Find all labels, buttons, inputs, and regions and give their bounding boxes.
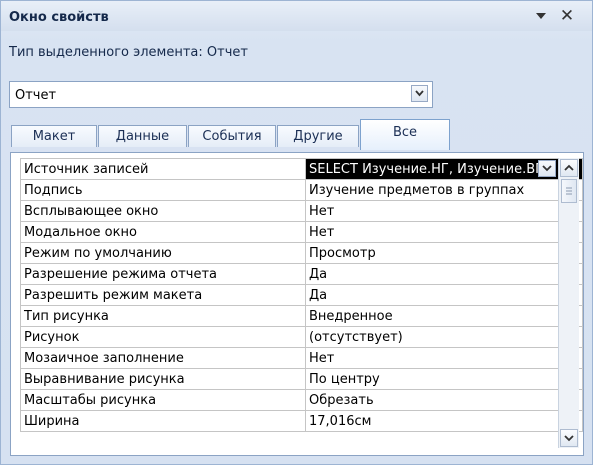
chevron-down-icon[interactable] [411,85,428,102]
object-selector-value: Отчет [15,88,57,103]
property-row[interactable]: Режим по умолчанию Просмотр [20,242,583,264]
property-grid: Источник записей SELECT Изучение.НГ, Изуч… [10,152,584,456]
tab-strip: Макет Данные События Другие Все [11,118,471,150]
property-value-text: По центру [309,371,380,387]
property-value[interactable]: Нет [305,347,583,369]
property-row[interactable]: Источник записей SELECT Изучение.НГ, Изуч… [20,158,583,180]
chevron-down-icon[interactable] [538,160,556,177]
tab-maket[interactable]: Макет [11,125,97,147]
property-value-text: Просмотр [309,245,376,261]
vertical-scrollbar[interactable] [558,158,579,448]
property-row[interactable]: Всплывающее окно Нет [20,200,583,222]
property-value-text: Внедренное [309,308,393,324]
scroll-down-button[interactable] [560,429,578,447]
property-row[interactable]: Рисунок (отсутствует) [20,326,583,348]
property-value[interactable]: Внедренное [305,305,583,327]
property-name: Выравнивание рисунка [20,368,306,390]
property-row[interactable]: Ширина 17,016см [20,410,583,432]
property-name: Ширина [20,410,306,432]
property-value[interactable]: Нет [305,200,583,222]
property-name: Всплывающее окно [20,200,306,222]
property-name: Подпись [20,179,306,201]
property-name: Разрешение режима отчета [20,263,306,285]
property-row[interactable]: Масштабы рисунка Обрезать [20,389,583,411]
property-row[interactable]: Мозаичное заполнение Нет [20,347,583,369]
tab-dannye[interactable]: Данные [98,125,187,147]
property-value[interactable]: Обрезать [305,389,583,411]
property-name: Мозаичное заполнение [20,347,306,369]
property-value[interactable]: Изучение предметов в группах [305,179,583,201]
selection-type-value: Отчет [206,45,248,60]
tab-vse[interactable]: Все [360,119,450,150]
property-value-text: Нет [309,203,335,219]
object-selector-combo[interactable]: Отчет [9,81,433,108]
property-value-text: 17,016см [309,413,372,429]
property-value-text: Да [309,287,328,303]
title-bar: Окно свойств ✕ [1,1,592,31]
selection-type-label: Тип выделенного элемента: [9,45,203,60]
property-value[interactable]: Да [305,263,583,285]
property-value[interactable]: Да [305,284,583,306]
selection-type-line: Тип выделенного элемента: Отчет [9,45,248,60]
property-value-text: Изучение предметов в группах [309,182,525,198]
property-row[interactable]: Подпись Изучение предметов в группах [20,179,583,201]
panel-title: Окно свойств [9,10,109,25]
tab-drugie[interactable]: Другие [277,125,359,147]
property-name: Рисунок [20,326,306,348]
tab-sobytiya[interactable]: События [188,125,276,147]
property-value-text: Обрезать [309,392,374,408]
property-row[interactable]: Выравнивание рисунка По центру [20,368,583,390]
property-value-text: Да [309,266,328,282]
property-name: Модальное окно [20,221,306,243]
property-name: Режим по умолчанию [20,242,306,264]
triangle-down-icon[interactable] [533,9,549,23]
property-value-text: (отсутствует) [309,329,403,345]
property-table: Источник записей SELECT Изучение.НГ, Изуч… [20,158,583,432]
property-name: Масштабы рисунка [20,389,306,411]
property-value-text: Нет [309,350,335,366]
property-value[interactable]: SELECT Изучение.НГ, Изучение.ВГ… [305,158,583,180]
close-icon[interactable]: ✕ [558,7,576,25]
property-value[interactable]: Нет [305,221,583,243]
property-row[interactable]: Модальное окно Нет [20,221,583,243]
property-value-text: SELECT Изучение.НГ, Изучение.ВГ [309,161,544,177]
property-row[interactable]: Тип рисунка Внедренное [20,305,583,327]
scroll-thumb[interactable] [561,179,577,203]
property-row[interactable]: Разрешить режим макета Да [20,284,583,306]
property-value-text: Нет [309,224,335,240]
scroll-up-button[interactable] [560,159,578,177]
property-value[interactable]: 17,016см [305,410,583,432]
property-value[interactable]: Просмотр [305,242,583,264]
property-value[interactable]: По центру [305,368,583,390]
property-name: Тип рисунка [20,305,306,327]
property-sheet-panel: Окно свойств ✕ Тип выделенного элемента:… [0,0,593,465]
property-name: Разрешить режим макета [20,284,306,306]
property-row[interactable]: Разрешение режима отчета Да [20,263,583,285]
property-name: Источник записей [20,158,306,180]
property-value[interactable]: (отсутствует) [305,326,583,348]
